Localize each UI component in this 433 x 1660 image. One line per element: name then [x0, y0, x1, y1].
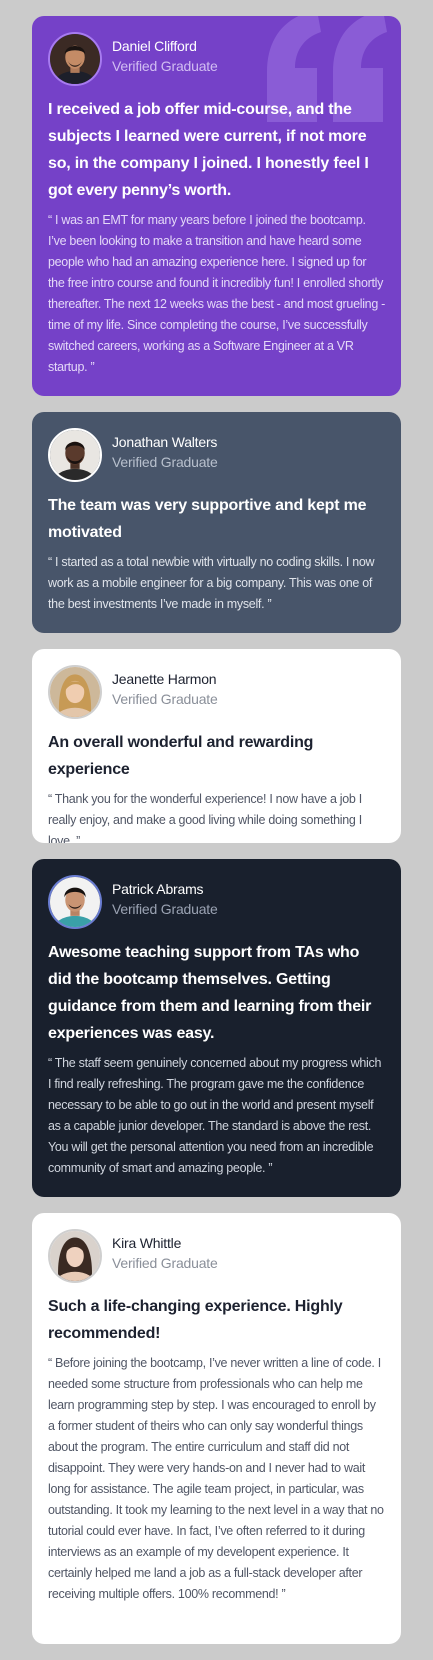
- testimonial-headline: The team was very supportive and kept me…: [48, 497, 367, 541]
- avatar: [48, 428, 102, 482]
- author-role: Verified Graduate: [112, 1255, 218, 1271]
- author-name: Jonathan Walters: [112, 434, 218, 450]
- testimonial-quote: “ The staff seem genuinely concerned abo…: [48, 1056, 382, 1175]
- testimonial-quote: “ I was an EMT for many years before I j…: [48, 213, 386, 374]
- avatar: [48, 32, 102, 86]
- author-role: Verified Graduate: [112, 901, 218, 917]
- testimonial-headline: Such a life-changing experience. Highly …: [48, 1298, 343, 1342]
- author-name: Patrick Abrams: [112, 881, 204, 897]
- testimonial-card-jonathan: Jonathan Walters Verified Graduate The t…: [32, 412, 401, 633]
- testimonial-quote: “ I started as a total newbie with virtu…: [48, 555, 375, 611]
- testimonial-card-jeanette: Jeanette Harmon Verified Graduate An ove…: [32, 649, 401, 843]
- testimonial-quote: “ Before joining the bootcamp, I’ve neve…: [48, 1356, 384, 1601]
- author-role: Verified Graduate: [112, 58, 218, 74]
- avatar: [48, 875, 102, 929]
- testimonial-headline: Awesome teaching support from TAs who di…: [48, 944, 372, 1042]
- avatar: [48, 1229, 102, 1283]
- testimonial-card-kira: Kira Whittle Verified Graduate Such a li…: [32, 1213, 401, 1644]
- author-name: Jeanette Harmon: [112, 671, 217, 687]
- testimonial-card-daniel: Daniel Clifford Verified Graduate I rece…: [32, 16, 401, 396]
- avatar: [48, 665, 102, 719]
- author-role: Verified Graduate: [112, 691, 218, 707]
- author-name: Kira Whittle: [112, 1235, 182, 1251]
- testimonial-headline: An overall wonderful and rewarding exper…: [48, 734, 314, 778]
- testimonial-headline: I received a job offer mid-course, and t…: [48, 101, 369, 199]
- testimonial-quote: “ Thank you for the wonderful experience…: [48, 792, 362, 843]
- author-name: Daniel Clifford: [112, 38, 197, 54]
- testimonial-card-patrick: Patrick Abrams Verified Graduate Awesome…: [32, 859, 401, 1197]
- author-role: Verified Graduate: [112, 454, 218, 470]
